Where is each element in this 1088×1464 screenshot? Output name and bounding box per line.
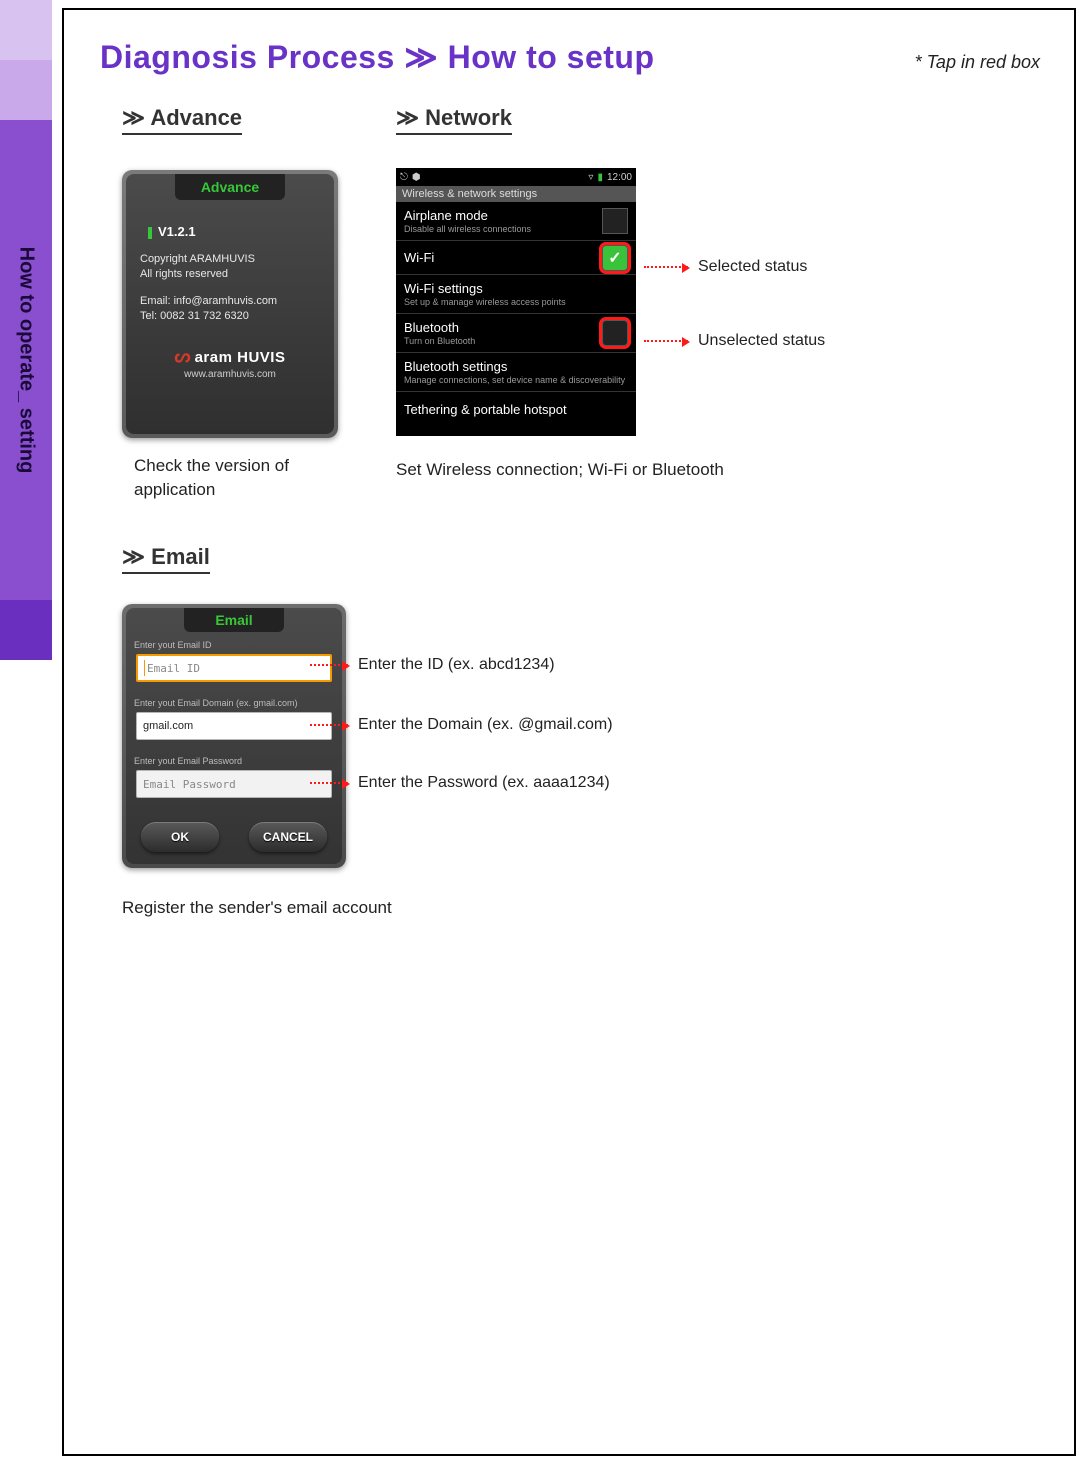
email-id-input[interactable]: Email ID xyxy=(136,654,332,682)
row-title: Airplane mode xyxy=(404,208,628,223)
advance-copyright: Copyright ARAMHUVIS All rights reserved xyxy=(140,252,255,283)
checkbox-airplane[interactable] xyxy=(602,208,628,234)
row-title: Bluetooth xyxy=(404,320,628,335)
text-cursor-icon xyxy=(144,660,145,676)
android-status-bar: ⎋ ⬢ ▿ ▮ 12:00 xyxy=(396,168,636,186)
email-domain-label: Enter yout Email Domain (ex. gmail.com) xyxy=(134,698,298,708)
side-rail: How to operate_ setting xyxy=(0,0,52,1464)
advance-caption: Check the version of application xyxy=(134,454,344,502)
email-domain-value: gmail.com xyxy=(143,720,193,732)
row-title: Bluetooth settings xyxy=(404,359,628,374)
checkbox-bluetooth[interactable] xyxy=(602,320,628,346)
row-sub: Turn on Bluetooth xyxy=(404,336,628,346)
rail-segment xyxy=(0,600,52,660)
email-password-label: Enter yout Email Password xyxy=(134,756,242,766)
rail-segment xyxy=(0,660,52,1464)
title-row: Diagnosis Process ≫ How to setup * Tap i… xyxy=(100,38,1040,76)
page: How to operate_ setting Diagnosis Proces… xyxy=(0,0,1088,1464)
annotation-unselected: Unselected status xyxy=(698,332,825,350)
row-sub: Set up & manage wireless access points xyxy=(404,297,628,307)
side-rail-label: How to operate_ setting xyxy=(15,247,38,474)
advance-screenshot: Advance V1.2.1 Copyright ARAMHUVIS All r… xyxy=(122,170,338,438)
email-password-input[interactable]: Email Password xyxy=(136,770,332,798)
advance-logo: ᔕaram HUVIS www.aramhuvis.com xyxy=(126,346,334,380)
section-heading-network: ≫ Network xyxy=(396,105,512,135)
row-wifi-settings[interactable]: Wi-Fi settings Set up & manage wireless … xyxy=(396,275,636,314)
advance-logo-name: aram HUVIS xyxy=(195,349,286,366)
email-caption: Register the sender's email account xyxy=(122,896,522,920)
section-heading-advance: ≫ Advance xyxy=(122,105,242,135)
usb-icon: ⎋ xyxy=(400,172,408,183)
annotation-selected: Selected status xyxy=(698,258,807,276)
advance-tab[interactable]: Advance xyxy=(175,174,285,200)
annotation-email-domain: Enter the Domain (ex. @gmail.com) xyxy=(358,716,613,734)
status-time: 12:00 xyxy=(607,172,632,183)
rail-segment xyxy=(0,0,52,60)
annotation-email-pw: Enter the Password (ex. aaaa1234) xyxy=(358,774,610,792)
network-settings-header: Wireless & network settings xyxy=(396,186,636,202)
row-tethering[interactable]: Tethering & portable hotspot xyxy=(396,392,636,426)
ok-button[interactable]: OK xyxy=(141,822,219,852)
email-tab[interactable]: Email xyxy=(184,608,284,632)
email-screenshot: Email Enter yout Email ID Email ID Enter… xyxy=(122,604,346,868)
row-sub: Disable all wireless connections xyxy=(404,224,628,234)
arrow-icon xyxy=(310,782,348,784)
advance-contact: Email: info@aramhuvis.com Tel: 0082 31 7… xyxy=(140,294,277,325)
page-title-note: * Tap in red box xyxy=(915,52,1040,73)
advance-logo-url: www.aramhuvis.com xyxy=(126,369,334,380)
row-title: Wi-Fi xyxy=(404,250,628,265)
row-sub: Manage connections, set device name & di… xyxy=(404,375,628,385)
page-title: Diagnosis Process ≫ How to setup xyxy=(100,38,655,76)
section-heading-email: ≫ Email xyxy=(122,544,210,574)
checkbox-wifi[interactable] xyxy=(602,245,628,271)
notification-icon: ⬢ xyxy=(412,172,421,183)
logo-swirl-icon: ᔕ xyxy=(175,346,191,366)
rail-segment-active: How to operate_ setting xyxy=(0,120,52,600)
content-frame: Diagnosis Process ≫ How to setup * Tap i… xyxy=(62,8,1076,1456)
row-airplane[interactable]: Airplane mode Disable all wireless conne… xyxy=(396,202,636,241)
annotation-email-id: Enter the ID (ex. abcd1234) xyxy=(358,656,555,674)
arrow-icon xyxy=(310,724,348,726)
rail-segment xyxy=(0,60,52,120)
arrow-icon xyxy=(644,266,688,268)
network-caption: Set Wireless connection; Wi-Fi or Blueto… xyxy=(396,458,796,482)
email-domain-input[interactable]: gmail.com xyxy=(136,712,332,740)
cancel-button[interactable]: CANCEL xyxy=(249,822,327,852)
wifi-icon: ▿ xyxy=(588,172,593,183)
email-password-placeholder: Email Password xyxy=(143,778,236,791)
battery-icon: ▮ xyxy=(597,172,603,183)
row-bluetooth-settings[interactable]: Bluetooth settings Manage connections, s… xyxy=(396,353,636,392)
row-wifi[interactable]: Wi-Fi xyxy=(396,241,636,275)
arrow-icon xyxy=(644,340,688,342)
arrow-icon xyxy=(310,664,348,666)
email-id-placeholder: Email ID xyxy=(147,662,200,675)
row-bluetooth[interactable]: Bluetooth Turn on Bluetooth xyxy=(396,314,636,353)
email-id-label: Enter yout Email ID xyxy=(134,640,212,650)
row-title: Wi-Fi settings xyxy=(404,281,628,296)
row-title: Tethering & portable hotspot xyxy=(404,402,628,417)
network-screenshot: ⎋ ⬢ ▿ ▮ 12:00 Wireless & network setting… xyxy=(396,168,636,436)
advance-version: V1.2.1 xyxy=(148,224,196,239)
